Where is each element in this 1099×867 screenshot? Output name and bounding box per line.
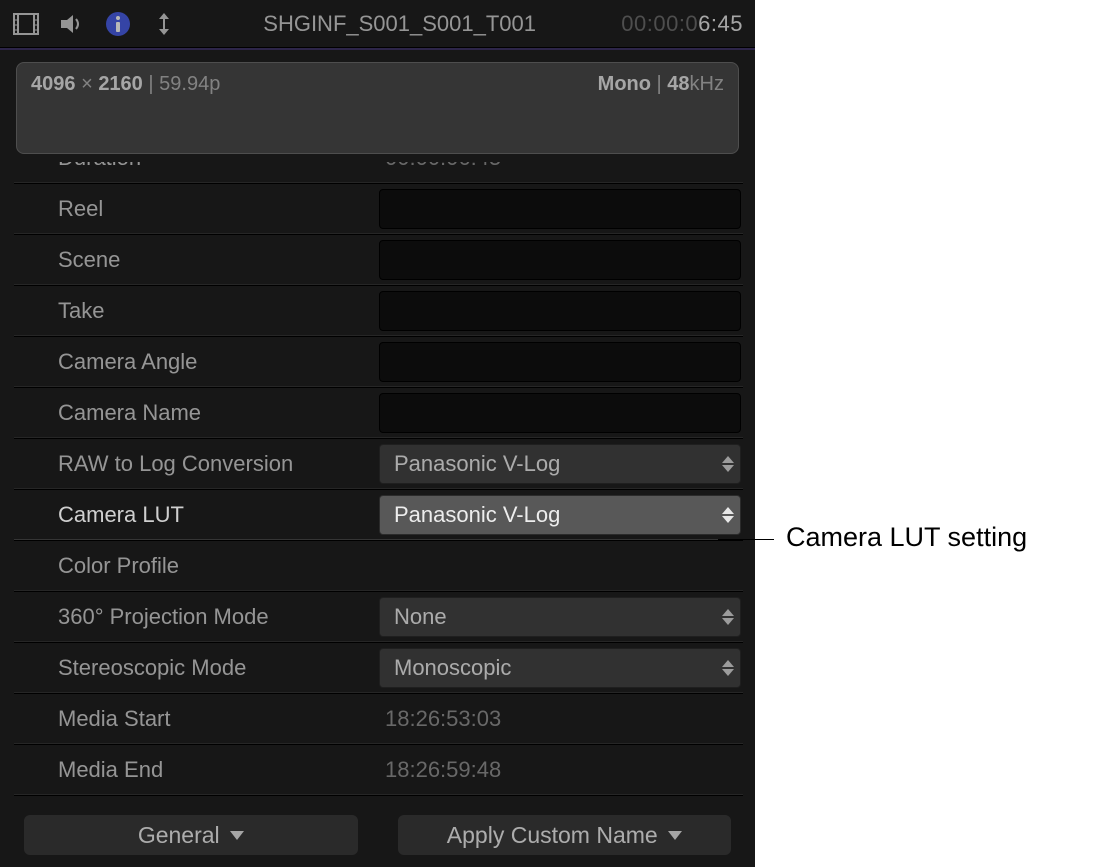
format-audio-unit: kHz [690,73,724,95]
select-projection-mode[interactable]: None [379,597,741,637]
row-stereoscopic-mode: Stereoscopic Mode Monoscopic [14,642,743,693]
label-camera-name: Camera Name [14,400,379,426]
updown-icon [722,609,734,625]
label-media-start: Media Start [14,706,379,732]
row-projection-mode: 360° Projection Mode None [14,591,743,642]
timecode-bright: 6:45 [698,11,743,36]
share-icon[interactable] [150,10,178,38]
filmstrip-icon[interactable] [12,10,40,38]
value-media-end: 18:26:59:48 [379,757,741,783]
row-reel: Reel [14,183,743,234]
label-reel: Reel [14,196,379,222]
label-raw-log: RAW to Log Conversion [14,451,379,477]
metadata-view-button[interactable]: General [24,815,358,855]
row-media-start: Media Start 18:26:53:03 [14,693,743,744]
input-take[interactable] [379,291,741,331]
select-stereoscopic-mode-value: Monoscopic [394,655,511,681]
format-res-w: 4096 [31,73,76,95]
row-camera-lut: Camera LUT Panasonic V-Log [14,489,743,540]
row-media-duration: Media Duration 00:00:06:45 [14,795,743,805]
format-audio-sr: 48 [667,73,689,95]
select-stereoscopic-mode[interactable]: Monoscopic [379,648,741,688]
row-color-profile: Color Profile [14,540,743,591]
chevron-down-icon [668,831,682,840]
format-audio-ch: Mono [598,73,651,95]
format-video: 4096 × 2160 | 59.94p [31,73,220,143]
row-duration: Duration 00:00:06:45 [14,162,743,183]
apply-custom-name-button[interactable]: Apply Custom Name [398,815,732,855]
active-tab-indicator [0,48,755,50]
inspector-footer: General Apply Custom Name [0,805,755,867]
apply-custom-name-label: Apply Custom Name [447,822,658,849]
row-scene: Scene [14,234,743,285]
label-camera-lut: Camera LUT [14,502,379,528]
scrollbar[interactable] [743,332,755,743]
label-projection-mode: 360° Projection Mode [14,604,379,630]
row-take: Take [14,285,743,336]
row-raw-log: RAW to Log Conversion Panasonic V-Log [14,438,743,489]
select-raw-log-value: Panasonic V-Log [394,451,560,477]
format-fps: 59.94p [159,73,220,95]
label-stereoscopic-mode: Stereoscopic Mode [14,655,379,681]
label-duration: Duration [14,162,379,171]
metadata-view-label: General [138,822,220,849]
callout-leader-line [718,539,774,540]
properties-list: Duration 00:00:06:45 Reel Scene Take Cam… [14,162,743,805]
label-color-profile: Color Profile [14,553,379,579]
format-summary: 4096 × 2160 | 59.94p Mono | 48kHz [16,62,739,154]
info-icon[interactable] [104,10,132,38]
chevron-down-icon [230,831,244,840]
inspector-toolbar: SHGINF_S001_S001_T001 00:00:06:45 [0,0,755,48]
value-media-start: 18:26:53:03 [379,706,741,732]
input-reel[interactable] [379,189,741,229]
label-media-end: Media End [14,757,379,783]
format-res-h: 2160 [98,73,143,95]
input-camera-name[interactable] [379,393,741,433]
select-camera-lut-value: Panasonic V-Log [394,502,560,528]
properties-scroll-area: Duration 00:00:06:45 Reel Scene Take Cam… [0,162,755,805]
updown-icon [722,660,734,676]
speaker-icon[interactable] [58,10,86,38]
callout-label: Camera LUT setting [786,522,1027,553]
select-raw-log[interactable]: Panasonic V-Log [379,444,741,484]
select-projection-mode-value: None [394,604,447,630]
label-scene: Scene [14,247,379,273]
clip-title: SHGINF_S001_S001_T001 [196,11,603,37]
format-audio: Mono | 48kHz [598,73,724,143]
inspector-panel: SHGINF_S001_S001_T001 00:00:06:45 4096 ×… [0,0,755,867]
row-camera-name: Camera Name [14,387,743,438]
row-camera-angle: Camera Angle [14,336,743,387]
select-camera-lut[interactable]: Panasonic V-Log [379,495,741,535]
updown-icon [722,507,734,523]
timecode-dim: 00:00:0 [621,11,698,36]
label-take: Take [14,298,379,324]
row-media-end: Media End 18:26:59:48 [14,744,743,795]
input-scene[interactable] [379,240,741,280]
label-camera-angle: Camera Angle [14,349,379,375]
value-duration: 00:00:06:45 [379,162,741,171]
timecode-display: 00:00:06:45 [621,11,743,37]
updown-icon [722,456,734,472]
input-camera-angle[interactable] [379,342,741,382]
